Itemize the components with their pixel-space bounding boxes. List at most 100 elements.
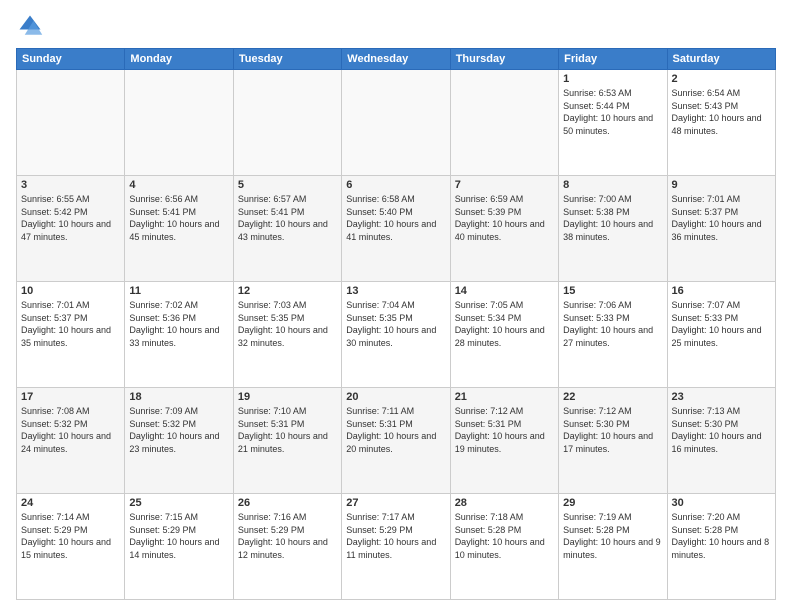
page: SundayMondayTuesdayWednesdayThursdayFrid… — [0, 0, 792, 612]
calendar-cell: 6 Sunrise: 6:58 AM Sunset: 5:40 PM Daylig… — [342, 176, 450, 282]
day-info: Sunrise: 7:00 AM Sunset: 5:38 PM Dayligh… — [563, 193, 662, 243]
day-info: Sunrise: 7:17 AM Sunset: 5:29 PM Dayligh… — [346, 511, 445, 561]
calendar-cell: 18 Sunrise: 7:09 AM Sunset: 5:32 PM Dayli… — [125, 388, 233, 494]
day-number: 26 — [238, 497, 337, 509]
day-number: 19 — [238, 391, 337, 403]
day-info: Sunrise: 7:06 AM Sunset: 5:33 PM Dayligh… — [563, 299, 662, 349]
calendar-cell: 10 Sunrise: 7:01 AM Sunset: 5:37 PM Dayli… — [17, 282, 125, 388]
calendar-cell: 16 Sunrise: 7:07 AM Sunset: 5:33 PM Dayli… — [667, 282, 775, 388]
calendar-cell: 14 Sunrise: 7:05 AM Sunset: 5:34 PM Dayli… — [450, 282, 558, 388]
day-number: 5 — [238, 179, 337, 191]
calendar-cell: 2Sunrise: 6:54 AM Sunset: 5:43 PM Daylig… — [667, 70, 775, 176]
day-number: 17 — [21, 391, 120, 403]
calendar-cell: 17 Sunrise: 7:08 AM Sunset: 5:32 PM Dayli… — [17, 388, 125, 494]
logo-icon — [16, 12, 44, 40]
day-info: Sunrise: 6:59 AM Sunset: 5:39 PM Dayligh… — [455, 193, 554, 243]
calendar-cell: 1 Sunrise: 6:53 AM Sunset: 5:44 PM Daylig… — [559, 70, 667, 176]
day-info: Sunrise: 7:01 AM Sunset: 5:37 PM Dayligh… — [672, 193, 771, 243]
day-number: 8 — [563, 179, 662, 191]
day-number: 13 — [346, 285, 445, 297]
day-number: 16 — [672, 285, 771, 297]
calendar-cell: 29 Sunrise: 7:19 AM Sunset: 5:28 PM Dayli… — [559, 494, 667, 600]
day-number: 3 — [21, 179, 120, 191]
calendar-cell — [450, 70, 558, 176]
calendar-cell: 24 Sunrise: 7:14 AM Sunset: 5:29 PM Dayli… — [17, 494, 125, 600]
day-number: 4 — [129, 179, 228, 191]
calendar-cell: 22Sunrise: 7:12 AM Sunset: 5:30 PM Dayli… — [559, 388, 667, 494]
day-number: 30 — [672, 497, 771, 509]
day-info: Sunrise: 7:18 AM Sunset: 5:28 PM Dayligh… — [455, 511, 554, 561]
calendar-cell: 21Sunrise: 7:12 AM Sunset: 5:31 PM Dayli… — [450, 388, 558, 494]
day-info: Sunrise: 7:15 AM Sunset: 5:29 PM Dayligh… — [129, 511, 228, 561]
day-info: Sunrise: 7:09 AM Sunset: 5:32 PM Dayligh… — [129, 405, 228, 455]
day-number: 29 — [563, 497, 662, 509]
calendar-cell: 23 Sunrise: 7:13 AM Sunset: 5:30 PM Dayli… — [667, 388, 775, 494]
day-info: Sunrise: 7:16 AM Sunset: 5:29 PM Dayligh… — [238, 511, 337, 561]
day-number: 9 — [672, 179, 771, 191]
day-number: 27 — [346, 497, 445, 509]
day-number: 20 — [346, 391, 445, 403]
day-number: 15 — [563, 285, 662, 297]
day-number: 25 — [129, 497, 228, 509]
day-number: 7 — [455, 179, 554, 191]
weekday-header-saturday: Saturday — [667, 49, 775, 70]
calendar-cell: 30 Sunrise: 7:20 AM Sunset: 5:28 PM Dayli… — [667, 494, 775, 600]
calendar-week-4: 24 Sunrise: 7:14 AM Sunset: 5:29 PM Dayli… — [17, 494, 776, 600]
day-info: Sunrise: 6:57 AM Sunset: 5:41 PM Dayligh… — [238, 193, 337, 243]
calendar-cell: 25 Sunrise: 7:15 AM Sunset: 5:29 PM Dayli… — [125, 494, 233, 600]
day-number: 23 — [672, 391, 771, 403]
day-number: 1 — [563, 73, 662, 85]
calendar-cell: 20 Sunrise: 7:11 AM Sunset: 5:31 PM Dayli… — [342, 388, 450, 494]
calendar-cell — [125, 70, 233, 176]
header — [16, 12, 776, 40]
day-number: 28 — [455, 497, 554, 509]
weekday-header-monday: Monday — [125, 49, 233, 70]
calendar-cell: 12Sunrise: 7:03 AM Sunset: 5:35 PM Dayli… — [233, 282, 341, 388]
calendar-cell: 15 Sunrise: 7:06 AM Sunset: 5:33 PM Dayli… — [559, 282, 667, 388]
calendar-cell: 27 Sunrise: 7:17 AM Sunset: 5:29 PM Dayli… — [342, 494, 450, 600]
calendar-cell: 5 Sunrise: 6:57 AM Sunset: 5:41 PM Daylig… — [233, 176, 341, 282]
calendar-cell: 8 Sunrise: 7:00 AM Sunset: 5:38 PM Daylig… — [559, 176, 667, 282]
calendar-week-0: 1 Sunrise: 6:53 AM Sunset: 5:44 PM Daylig… — [17, 70, 776, 176]
day-number: 21 — [455, 391, 554, 403]
logo — [16, 12, 48, 40]
day-number: 22 — [563, 391, 662, 403]
weekday-header-tuesday: Tuesday — [233, 49, 341, 70]
weekday-header-thursday: Thursday — [450, 49, 558, 70]
calendar-week-1: 3 Sunrise: 6:55 AM Sunset: 5:42 PM Daylig… — [17, 176, 776, 282]
day-info: Sunrise: 7:08 AM Sunset: 5:32 PM Dayligh… — [21, 405, 120, 455]
calendar-cell — [17, 70, 125, 176]
day-info: Sunrise: 7:05 AM Sunset: 5:34 PM Dayligh… — [455, 299, 554, 349]
day-info: Sunrise: 7:20 AM Sunset: 5:28 PM Dayligh… — [672, 511, 771, 561]
day-info: Sunrise: 6:55 AM Sunset: 5:42 PM Dayligh… — [21, 193, 120, 243]
day-info: Sunrise: 7:13 AM Sunset: 5:30 PM Dayligh… — [672, 405, 771, 455]
calendar-week-3: 17 Sunrise: 7:08 AM Sunset: 5:32 PM Dayli… — [17, 388, 776, 494]
day-info: Sunrise: 7:07 AM Sunset: 5:33 PM Dayligh… — [672, 299, 771, 349]
calendar-cell: 26 Sunrise: 7:16 AM Sunset: 5:29 PM Dayli… — [233, 494, 341, 600]
day-info: Sunrise: 7:10 AM Sunset: 5:31 PM Dayligh… — [238, 405, 337, 455]
weekday-header-friday: Friday — [559, 49, 667, 70]
calendar-week-2: 10 Sunrise: 7:01 AM Sunset: 5:37 PM Dayli… — [17, 282, 776, 388]
weekday-header-wednesday: Wednesday — [342, 49, 450, 70]
day-number: 6 — [346, 179, 445, 191]
day-info: Sunrise: 7:02 AM Sunset: 5:36 PM Dayligh… — [129, 299, 228, 349]
calendar-cell: 19 Sunrise: 7:10 AM Sunset: 5:31 PM Dayli… — [233, 388, 341, 494]
day-info: Sunrise: 7:14 AM Sunset: 5:29 PM Dayligh… — [21, 511, 120, 561]
calendar-cell: 11Sunrise: 7:02 AM Sunset: 5:36 PM Dayli… — [125, 282, 233, 388]
day-info: Sunrise: 7:03 AM Sunset: 5:35 PM Dayligh… — [238, 299, 337, 349]
calendar-body: 1 Sunrise: 6:53 AM Sunset: 5:44 PM Daylig… — [17, 70, 776, 600]
day-info: Sunrise: 6:53 AM Sunset: 5:44 PM Dayligh… — [563, 87, 662, 137]
day-number: 18 — [129, 391, 228, 403]
day-info: Sunrise: 6:58 AM Sunset: 5:40 PM Dayligh… — [346, 193, 445, 243]
day-number: 10 — [21, 285, 120, 297]
calendar-cell: 13 Sunrise: 7:04 AM Sunset: 5:35 PM Dayli… — [342, 282, 450, 388]
day-info: Sunrise: 7:19 AM Sunset: 5:28 PM Dayligh… — [563, 511, 662, 561]
day-number: 14 — [455, 285, 554, 297]
day-info: Sunrise: 7:11 AM Sunset: 5:31 PM Dayligh… — [346, 405, 445, 455]
day-number: 24 — [21, 497, 120, 509]
weekday-row: SundayMondayTuesdayWednesdayThursdayFrid… — [17, 49, 776, 70]
day-info: Sunrise: 7:04 AM Sunset: 5:35 PM Dayligh… — [346, 299, 445, 349]
day-info: Sunrise: 7:01 AM Sunset: 5:37 PM Dayligh… — [21, 299, 120, 349]
calendar-cell: 3 Sunrise: 6:55 AM Sunset: 5:42 PM Daylig… — [17, 176, 125, 282]
day-number: 2 — [672, 73, 771, 85]
